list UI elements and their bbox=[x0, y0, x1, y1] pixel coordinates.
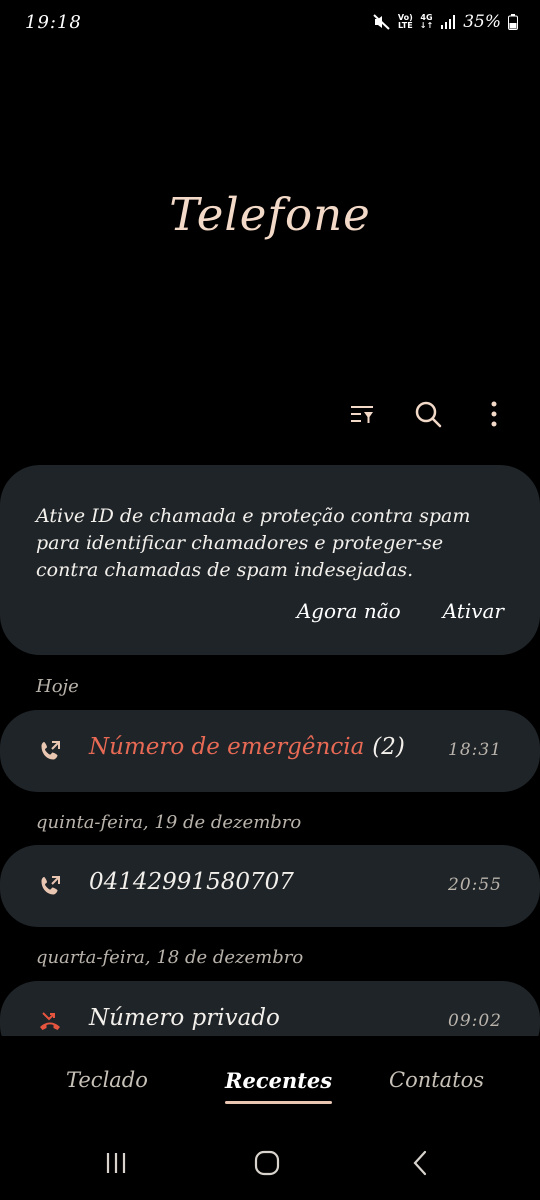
tab-keypad[interactable]: Teclado bbox=[66, 1068, 148, 1092]
spam-protection-actions: Agora não Ativar bbox=[297, 599, 504, 623]
missed-call-icon bbox=[38, 1010, 62, 1034]
call-name: 04142991580707 bbox=[89, 869, 294, 895]
date-header-wednesday: quarta-feira, 18 de dezembro bbox=[36, 947, 304, 968]
call-name-text: Número de emergência bbox=[89, 734, 365, 760]
call-name: Número privado bbox=[89, 1005, 280, 1031]
spam-protection-message: Ative ID de chamada e proteção contra sp… bbox=[36, 505, 471, 581]
more-options-button[interactable] bbox=[476, 398, 512, 434]
recent-apps-icon bbox=[104, 1152, 128, 1178]
active-tab-indicator bbox=[225, 1101, 333, 1104]
recent-apps-button[interactable] bbox=[100, 1150, 132, 1180]
network-activity: ↓↑ bbox=[419, 21, 434, 30]
search-icon bbox=[414, 400, 442, 432]
filter-button[interactable] bbox=[344, 398, 380, 434]
mute-icon bbox=[373, 14, 391, 30]
volte-indicator: Vo) LTE bbox=[398, 14, 413, 30]
back-button[interactable] bbox=[404, 1150, 436, 1180]
volte-bottom: LTE bbox=[397, 21, 413, 30]
not-now-button[interactable]: Agora não bbox=[297, 599, 401, 623]
bottom-tabs: Teclado Recentes Contatos bbox=[0, 1068, 540, 1108]
tab-recents-label: Recentes bbox=[225, 1068, 333, 1093]
signal-icon bbox=[440, 15, 456, 29]
home-button[interactable] bbox=[251, 1150, 283, 1180]
app-title: Telefone bbox=[169, 188, 371, 241]
call-time: 09:02 bbox=[448, 1011, 502, 1031]
battery-percent: 35% bbox=[463, 12, 501, 32]
home-icon bbox=[254, 1150, 280, 1180]
outgoing-call-icon bbox=[38, 739, 62, 763]
call-count: (2) bbox=[372, 734, 405, 760]
toolbar bbox=[344, 398, 512, 434]
date-header-thursday: quinta-feira, 19 de dezembro bbox=[36, 812, 302, 833]
more-options-icon bbox=[490, 401, 498, 431]
tab-recents[interactable]: Recentes bbox=[225, 1068, 333, 1104]
battery-icon bbox=[508, 14, 518, 30]
outgoing-call-icon bbox=[38, 874, 62, 898]
activate-button[interactable]: Ativar bbox=[443, 599, 504, 623]
back-icon bbox=[412, 1150, 428, 1180]
network-indicator: 4G ↓↑ bbox=[420, 14, 433, 30]
tab-contacts[interactable]: Contatos bbox=[389, 1068, 484, 1092]
call-log-item-emergency[interactable]: Número de emergência (2) 18:31 bbox=[0, 710, 540, 792]
filter-icon bbox=[349, 403, 375, 429]
search-button[interactable] bbox=[410, 398, 446, 434]
status-time: 19:18 bbox=[25, 12, 82, 33]
call-name: Número de emergência (2) bbox=[89, 734, 405, 760]
status-icons: Vo) LTE 4G ↓↑ 35% bbox=[373, 12, 518, 32]
spam-protection-card: Ative ID de chamada e proteção contra sp… bbox=[0, 465, 540, 655]
status-bar: 19:18 Vo) LTE 4G ↓↑ 35% bbox=[0, 0, 540, 48]
date-header-today: Hoje bbox=[36, 676, 79, 697]
call-log-item-number[interactable]: 04142991580707 20:55 bbox=[0, 845, 540, 927]
system-nav-bar bbox=[0, 1138, 540, 1192]
call-time: 20:55 bbox=[448, 875, 502, 895]
call-time: 18:31 bbox=[448, 740, 502, 760]
